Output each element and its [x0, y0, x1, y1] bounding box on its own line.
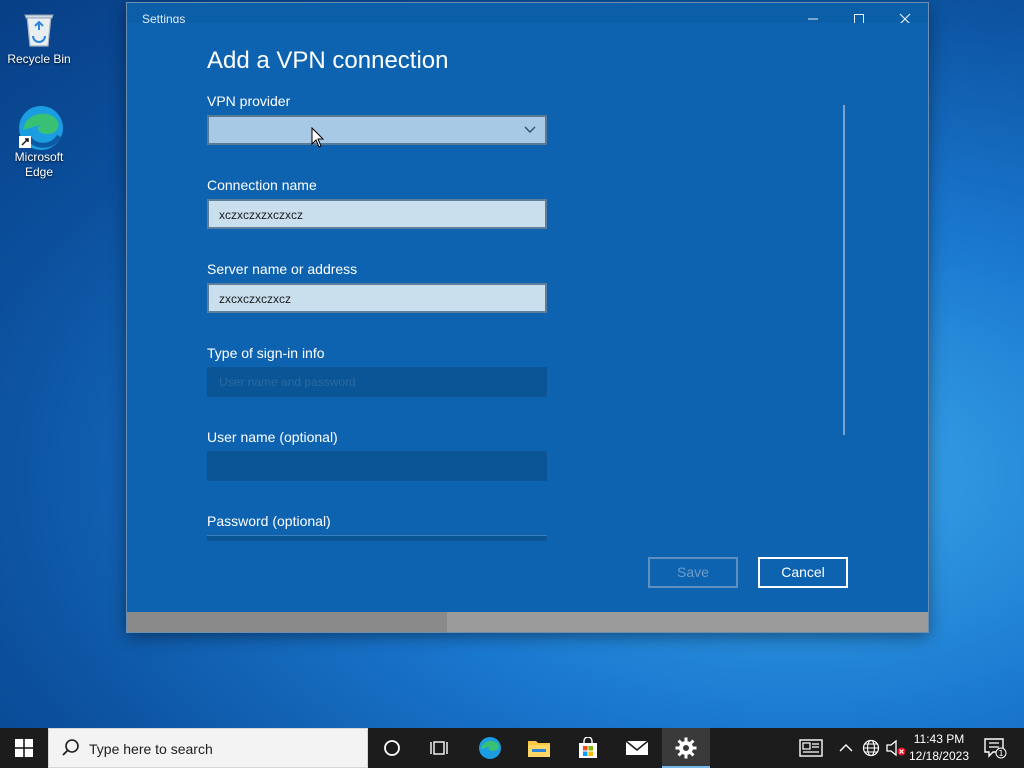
connection-name-label: Connection name [207, 177, 317, 193]
taskbar-store[interactable] [564, 728, 612, 768]
recycle-bin-icon [17, 6, 61, 50]
task-view-icon [430, 741, 448, 755]
task-view-button[interactable] [416, 728, 464, 768]
search-icon [61, 738, 81, 763]
start-button[interactable] [0, 728, 48, 768]
username-label: User name (optional) [207, 429, 338, 445]
taskbar-file-explorer[interactable] [515, 728, 563, 768]
store-icon [579, 737, 597, 758]
chevron-up-icon [839, 744, 853, 752]
desktop-icon-label: Recycle Bin [7, 52, 71, 66]
chevron-down-icon [523, 122, 537, 141]
volume-button[interactable] [884, 728, 908, 768]
notification-icon: 1 [984, 738, 1007, 759]
taskbar-settings[interactable] [662, 728, 710, 768]
save-button[interactable]: Save [648, 557, 738, 588]
taskbar-mail[interactable] [613, 728, 661, 768]
server-address-label: Server name or address [207, 261, 358, 277]
cortana-button[interactable] [368, 728, 416, 768]
taskbar-edge[interactable] [466, 728, 514, 768]
action-center-button[interactable]: 1 [980, 728, 1010, 768]
clock-time: 11:43 PM [913, 732, 965, 746]
mouse-cursor-icon [311, 126, 325, 154]
settings-window: Settings Add a VPN connection VPN provid… [127, 3, 928, 632]
connection-name-value: xczxczxzxczxcz [219, 208, 303, 222]
news-widget-button[interactable] [796, 728, 826, 768]
window-bottom-border [127, 612, 928, 632]
connection-name-input[interactable]: xczxczxzxczxcz [207, 199, 547, 229]
volume-muted-icon [886, 739, 906, 757]
search-placeholder: Type here to search [89, 741, 213, 757]
desktop-icon-recycle-bin[interactable]: Recycle Bin [2, 6, 76, 67]
page-title: Add a VPN connection [207, 47, 449, 74]
vpn-provider-label: VPN provider [207, 93, 291, 109]
gear-icon [675, 737, 697, 759]
scrollbar[interactable] [843, 105, 845, 435]
title-bar[interactable]: Settings [127, 3, 928, 26]
password-label: Password (optional) [207, 513, 331, 529]
taskbar: Type here to search 11:43 PM 12/18/2023 … [0, 728, 1024, 768]
taskbar-clock[interactable]: 11:43 PM 12/18/2023 [906, 731, 972, 765]
windows-logo-icon [15, 739, 33, 757]
cancel-button[interactable]: Cancel [758, 557, 848, 588]
vpn-form: Add a VPN connection VPN provider Connec… [127, 23, 928, 612]
mail-icon [625, 740, 649, 755]
notification-count: 1 [998, 749, 1003, 758]
edge-icon [17, 104, 63, 150]
server-address-input[interactable]: zxcxczxczxcz [207, 283, 547, 313]
signin-type-label: Type of sign-in info [207, 345, 325, 361]
server-address-value: zxcxczxczxcz [219, 292, 291, 306]
signin-type-dropdown[interactable]: User name and password [207, 367, 547, 397]
desktop-icon-edge[interactable]: Microsoft Edge [2, 104, 76, 180]
clock-date: 12/18/2023 [908, 749, 970, 763]
password-input[interactable] [207, 535, 547, 541]
vpn-provider-dropdown[interactable] [207, 115, 547, 145]
desktop-icon-label: Microsoft Edge [14, 150, 64, 179]
news-icon [799, 739, 823, 757]
folder-icon [528, 741, 550, 757]
cortana-icon [384, 740, 400, 756]
edge-icon [479, 737, 501, 759]
network-button[interactable] [860, 728, 882, 768]
taskbar-search-box[interactable]: Type here to search [48, 728, 368, 768]
show-hidden-icons-button[interactable] [836, 728, 856, 768]
username-input[interactable] [207, 451, 547, 481]
globe-icon [862, 739, 880, 757]
signin-type-value: User name and password [219, 375, 356, 389]
